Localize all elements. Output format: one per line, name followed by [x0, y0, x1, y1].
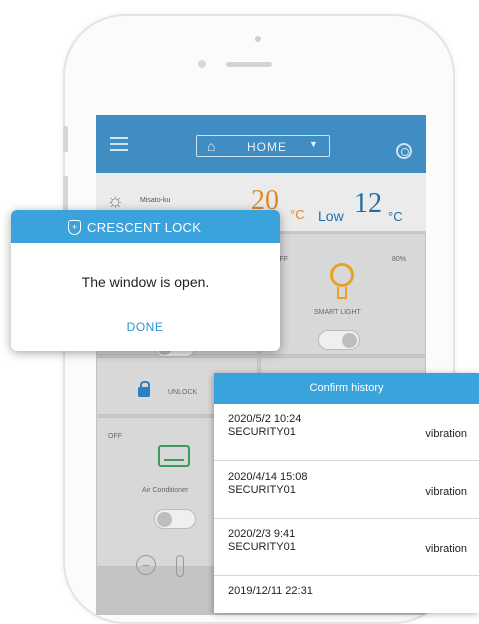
history-datetime: 2020/5/2 10:24	[228, 413, 302, 425]
smart-light-label: SMART LIGHT	[314, 309, 361, 316]
location-label: Misato-ku	[140, 197, 171, 204]
phone-speaker	[226, 62, 272, 67]
crescent-lock-dialog: + CRESCENT LOCK The window is open. DONE	[11, 210, 280, 351]
phone-sensor	[198, 60, 206, 68]
low-label: Low	[318, 208, 344, 224]
gear-icon[interactable]	[396, 143, 412, 159]
light-level: 80%	[392, 256, 407, 263]
home-icon: ⌂	[207, 138, 216, 154]
ac-label: Air Conditioner	[142, 487, 189, 494]
sun-icon: ☼	[106, 190, 125, 212]
history-device: SECURITY01	[228, 484, 296, 496]
ac-toggle[interactable]	[154, 509, 196, 529]
home-selector[interactable]: ⌂ HOME ▼	[196, 135, 330, 157]
temp-low-unit: °C	[388, 209, 403, 224]
shield-icon: +	[68, 220, 81, 235]
history-device: SECURITY01	[228, 541, 296, 553]
air-conditioner-icon	[158, 445, 190, 467]
thermometer-icon	[176, 555, 184, 577]
chevron-down-icon: ▼	[309, 139, 318, 149]
history-header: Confirm history	[214, 373, 479, 404]
light-toggle[interactable]	[318, 330, 360, 350]
temp-low: 12	[354, 188, 382, 219]
history-title: Confirm history	[309, 382, 384, 394]
history-event: vibration	[425, 543, 467, 555]
minus-icon[interactable]: −	[136, 555, 156, 575]
history-datetime: 2020/4/14 15:08	[228, 471, 308, 483]
history-device: SECURITY01	[228, 426, 296, 438]
history-datetime: 2020/2/3 9:41	[228, 528, 296, 540]
app-header: ⌂ HOME ▼	[96, 115, 426, 173]
history-datetime: 2019/12/11 22:31	[228, 585, 313, 597]
history-row[interactable]: 2020/5/2 10:24 SECURITY01 vibration	[214, 404, 479, 461]
phone-side-button	[63, 126, 68, 152]
history-event: vibration	[425, 428, 467, 440]
phone-camera	[255, 36, 261, 42]
home-label: HOME	[247, 140, 287, 154]
history-row[interactable]: 2020/4/14 15:08 SECURITY01 vibration	[214, 462, 479, 519]
light-bulb-base	[337, 287, 347, 299]
history-event: vibration	[425, 486, 467, 498]
dialog-title: CRESCENT LOCK	[87, 220, 202, 235]
menu-icon[interactable]	[110, 137, 128, 151]
dialog-message: The window is open.	[81, 274, 210, 290]
history-row[interactable]: 2019/12/11 22:31	[214, 576, 479, 613]
ac-status: OFF	[108, 433, 122, 440]
dialog-header: + CRESCENT LOCK	[11, 210, 280, 243]
temp-high-unit: °C	[290, 207, 305, 222]
confirm-history-panel: Confirm history 2020/5/2 10:24 SECURITY0…	[214, 373, 479, 613]
unlock-icon	[138, 381, 150, 397]
unlock-label: UNLOCK	[168, 389, 198, 396]
history-row[interactable]: 2020/2/3 9:41 SECURITY01 vibration	[214, 519, 479, 576]
light-bulb-icon	[330, 263, 354, 287]
done-button[interactable]: DONE	[105, 320, 185, 334]
